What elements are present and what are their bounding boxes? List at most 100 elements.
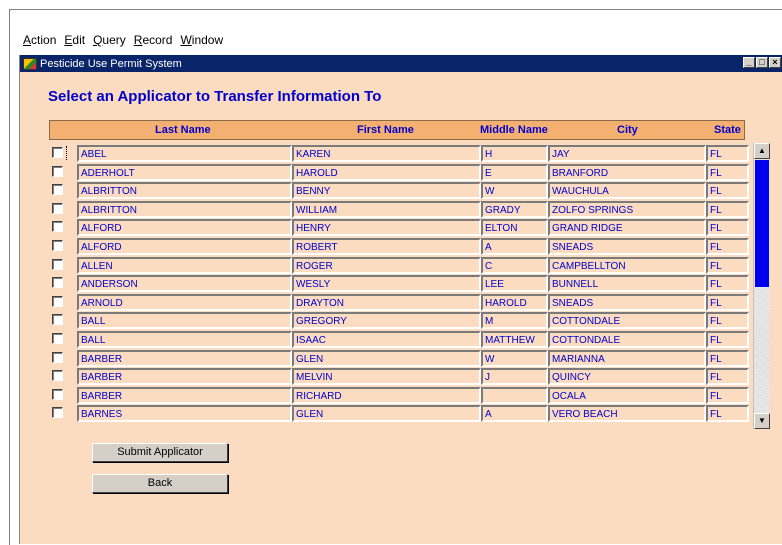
last-name-cell[interactable]: ALFORD <box>77 238 292 255</box>
row-select-checkbox[interactable] <box>52 314 63 326</box>
last-name-cell[interactable]: ARNOLD <box>77 293 292 311</box>
state-cell[interactable]: FL <box>706 182 749 200</box>
minimize-icon[interactable]: _ <box>743 57 755 68</box>
middle-name-cell[interactable]: M <box>481 312 548 330</box>
city-cell[interactable]: ZOLFO SPRINGS <box>548 200 706 218</box>
last-name-cell[interactable]: ADERHOLT <box>77 163 292 181</box>
row-select-checkbox[interactable] <box>52 370 63 382</box>
first-name-cell[interactable]: ROBERT <box>292 238 481 255</box>
table-row[interactable]: BARBER GLEN W MARIANNA FL <box>50 349 752 369</box>
state-cell[interactable]: FL <box>706 349 749 367</box>
last-name-cell[interactable]: ALBRITTON <box>77 182 292 200</box>
menu-record[interactable]: Record <box>130 32 177 50</box>
first-name-cell[interactable]: WILLIAM <box>292 200 481 218</box>
table-row[interactable]: ALLEN ROGER C CAMPBELLTON FL <box>50 256 752 276</box>
menu-edit[interactable]: Edit <box>60 32 89 50</box>
city-cell[interactable]: COTTONDALE <box>548 312 706 330</box>
state-cell[interactable]: FL <box>706 275 749 293</box>
middle-name-cell[interactable] <box>481 386 548 404</box>
first-name-cell[interactable]: DRAYTON <box>292 293 481 311</box>
first-name-cell[interactable]: GREGORY <box>292 312 481 330</box>
first-name-cell[interactable]: BENNY <box>292 182 481 200</box>
city-cell[interactable]: BRANFORD <box>548 163 706 181</box>
table-row[interactable]: ALBRITTON WILLIAM GRADY ZOLFO SPRINGS FL <box>50 200 752 220</box>
table-row[interactable]: BARBER MELVIN J QUINCY FL <box>50 368 752 387</box>
city-cell[interactable]: WAUCHULA <box>548 182 706 200</box>
first-name-cell[interactable]: KAREN <box>292 145 481 162</box>
last-name-cell[interactable]: BALL <box>77 331 292 348</box>
last-name-cell[interactable]: ALFORD <box>77 219 292 237</box>
table-row[interactable]: ARNOLD DRAYTON HAROLD SNEADS FL <box>50 293 752 313</box>
city-cell[interactable]: COTTONDALE <box>548 331 706 348</box>
middle-name-cell[interactable]: J <box>481 368 548 386</box>
city-cell[interactable]: OCALA <box>548 386 706 404</box>
middle-name-cell[interactable]: E <box>481 163 548 181</box>
table-row[interactable]: ALFORD HENRY ELTON GRAND RIDGE FL <box>50 219 752 238</box>
city-cell[interactable]: BUNNELL <box>548 275 706 293</box>
middle-name-cell[interactable]: GRADY <box>481 200 548 218</box>
row-select-checkbox[interactable] <box>52 407 63 419</box>
state-cell[interactable]: FL <box>706 145 749 162</box>
state-cell[interactable]: FL <box>706 256 749 274</box>
last-name-cell[interactable]: BARBER <box>77 349 292 367</box>
state-cell[interactable]: FL <box>706 238 749 255</box>
table-row[interactable]: ALFORD ROBERT A SNEADS FL <box>50 238 752 257</box>
middle-name-cell[interactable]: MATTHEW <box>481 331 548 348</box>
row-select-checkbox[interactable] <box>52 295 63 307</box>
back-button[interactable]: Back <box>92 474 228 493</box>
menu-query[interactable]: Query <box>89 32 130 50</box>
middle-name-cell[interactable]: HAROLD <box>481 293 548 311</box>
city-cell[interactable]: JAY <box>548 145 706 162</box>
last-name-cell[interactable]: ALBRITTON <box>77 200 292 218</box>
last-name-cell[interactable]: ALLEN <box>77 256 292 274</box>
table-row[interactable]: ABEL KAREN H JAY FL <box>50 145 752 164</box>
state-cell[interactable]: FL <box>706 293 749 311</box>
first-name-cell[interactable]: MELVIN <box>292 368 481 386</box>
middle-name-cell[interactable]: LEE <box>481 275 548 293</box>
last-name-cell[interactable]: ABEL <box>77 145 292 162</box>
scroll-up-icon[interactable]: ▲ <box>754 143 770 159</box>
table-row[interactable]: BARBER RICHARD OCALA FL <box>50 386 752 406</box>
last-name-cell[interactable]: BALL <box>77 312 292 330</box>
row-select-checkbox[interactable] <box>52 388 63 400</box>
city-cell[interactable]: SNEADS <box>548 293 706 311</box>
last-name-cell[interactable]: ANDERSON <box>77 275 292 293</box>
row-select-checkbox[interactable] <box>52 351 63 363</box>
first-name-cell[interactable]: HAROLD <box>292 163 481 181</box>
state-cell[interactable]: FL <box>706 368 749 386</box>
row-select-checkbox[interactable] <box>52 240 63 251</box>
table-row[interactable]: BALL ISAAC MATTHEW COTTONDALE FL <box>50 331 752 350</box>
table-row[interactable]: ANDERSON WESLY LEE BUNNELL FL <box>50 275 752 294</box>
middle-name-cell[interactable]: ELTON <box>481 219 548 237</box>
row-select-checkbox[interactable] <box>52 147 63 158</box>
table-row[interactable]: BALL GREGORY M COTTONDALE FL <box>50 312 752 331</box>
state-cell[interactable]: FL <box>706 405 749 423</box>
state-cell[interactable]: FL <box>706 200 749 218</box>
first-name-cell[interactable]: RICHARD <box>292 386 481 404</box>
last-name-cell[interactable]: BARBER <box>77 386 292 404</box>
state-cell[interactable]: FL <box>706 312 749 330</box>
first-name-cell[interactable]: ISAAC <box>292 331 481 348</box>
row-select-checkbox[interactable] <box>52 184 63 196</box>
table-row[interactable]: ADERHOLT HAROLD E BRANFORD FL <box>50 163 752 183</box>
state-cell[interactable]: FL <box>706 386 749 404</box>
row-select-checkbox[interactable] <box>52 333 63 344</box>
scroll-down-icon[interactable]: ▼ <box>754 413 770 429</box>
vertical-scrollbar[interactable]: ▲ ▼ <box>753 143 770 429</box>
last-name-cell[interactable]: BARNES <box>77 405 292 423</box>
middle-name-cell[interactable]: W <box>481 182 548 200</box>
state-cell[interactable]: FL <box>706 331 749 348</box>
city-cell[interactable]: MARIANNA <box>548 349 706 367</box>
row-select-checkbox[interactable] <box>52 277 63 289</box>
close-icon[interactable]: × <box>769 57 781 68</box>
table-row[interactable]: ALBRITTON BENNY W WAUCHULA FL <box>50 182 752 201</box>
first-name-cell[interactable]: GLEN <box>292 405 481 423</box>
middle-name-cell[interactable]: A <box>481 238 548 255</box>
table-row[interactable]: BARNES GLEN A VERO BEACH FL <box>50 405 752 424</box>
first-name-cell[interactable]: GLEN <box>292 349 481 367</box>
row-select-checkbox[interactable] <box>52 221 63 233</box>
submit-applicator-button[interactable]: Submit Applicator <box>92 443 228 462</box>
state-cell[interactable]: FL <box>706 163 749 181</box>
city-cell[interactable]: CAMPBELLTON <box>548 256 706 274</box>
menu-window[interactable]: Window <box>176 32 227 50</box>
